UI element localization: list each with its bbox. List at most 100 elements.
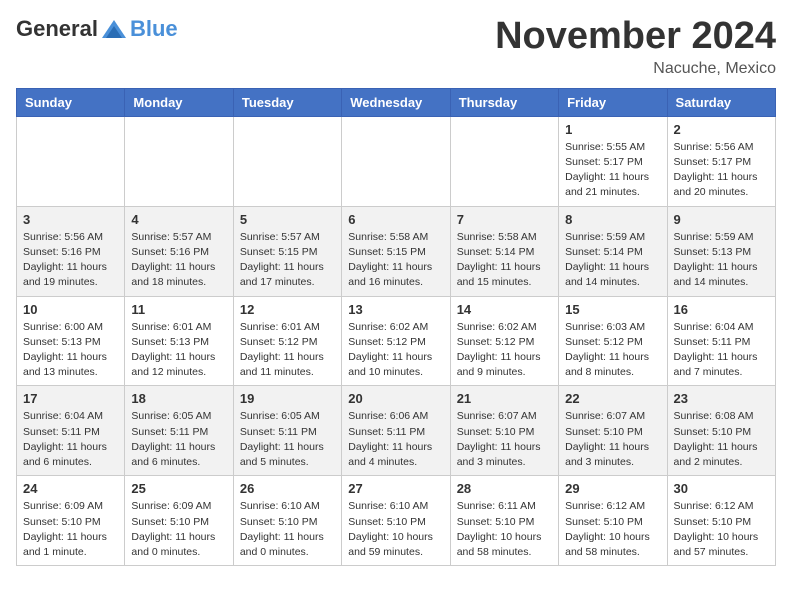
day-number: 24 — [23, 481, 118, 496]
calendar-cell: 7 Sunrise: 5:58 AMSunset: 5:14 PMDaylight… — [450, 206, 558, 296]
day-info: Sunrise: 6:08 AMSunset: 5:10 PMDaylight:… — [674, 409, 769, 470]
day-info: Sunrise: 5:55 AMSunset: 5:17 PMDaylight:… — [565, 140, 660, 201]
day-number: 2 — [674, 122, 769, 137]
calendar-cell: 24 Sunrise: 6:09 AMSunset: 5:10 PMDayligh… — [17, 476, 125, 566]
calendar-cell: 2 Sunrise: 5:56 AMSunset: 5:17 PMDaylight… — [667, 116, 775, 206]
calendar-week-row: 17Sunrise: 6:04 AMSunset: 5:11 PMDayligh… — [17, 386, 776, 476]
day-number: 1 — [565, 122, 660, 137]
day-of-week-header: Monday — [125, 88, 233, 116]
calendar-cell: 19 Sunrise: 6:05 AMSunset: 5:11 PMDayligh… — [233, 386, 341, 476]
title-block: November 2024 Nacuche, Mexico — [495, 16, 776, 78]
calendar-cell — [125, 116, 233, 206]
day-info: Sunrise: 5:57 AMSunset: 5:16 PMDaylight:… — [131, 230, 226, 291]
calendar-cell: 28Sunrise: 6:11 AMSunset: 5:10 PMDayligh… — [450, 476, 558, 566]
day-info: Sunrise: 6:09 AMSunset: 5:10 PMDaylight:… — [23, 499, 118, 560]
day-info: Sunrise: 6:07 AMSunset: 5:10 PMDaylight:… — [457, 409, 552, 470]
logo-general-text: General — [16, 16, 98, 42]
day-number: 22 — [565, 391, 660, 406]
day-info: Sunrise: 6:06 AMSunset: 5:11 PMDaylight:… — [348, 409, 443, 470]
day-number: 10 — [23, 302, 118, 317]
day-info: Sunrise: 6:02 AMSunset: 5:12 PMDaylight:… — [348, 320, 443, 381]
calendar-cell: 20 Sunrise: 6:06 AMSunset: 5:11 PMDayligh… — [342, 386, 450, 476]
day-info: Sunrise: 6:10 AMSunset: 5:10 PMDaylight:… — [348, 499, 443, 560]
calendar-cell: 6Sunrise: 5:58 AMSunset: 5:15 PMDaylight… — [342, 206, 450, 296]
calendar-table: SundayMondayTuesdayWednesdayThursdayFrid… — [16, 88, 776, 566]
day-number: 16 — [674, 302, 769, 317]
calendar-header-row: SundayMondayTuesdayWednesdayThursdayFrid… — [17, 88, 776, 116]
month-title: November 2024 — [495, 16, 776, 58]
day-info: Sunrise: 5:59 AMSunset: 5:14 PMDaylight:… — [565, 230, 660, 291]
calendar-cell: 17Sunrise: 6:04 AMSunset: 5:11 PMDayligh… — [17, 386, 125, 476]
calendar-cell: 16Sunrise: 6:04 AMSunset: 5:11 PMDayligh… — [667, 296, 775, 386]
calendar-cell: 27 Sunrise: 6:10 AMSunset: 5:10 PMDayligh… — [342, 476, 450, 566]
calendar-cell: 14Sunrise: 6:02 AMSunset: 5:12 PMDayligh… — [450, 296, 558, 386]
day-of-week-header: Friday — [559, 88, 667, 116]
location: Nacuche, Mexico — [495, 60, 776, 78]
calendar-cell — [342, 116, 450, 206]
calendar-cell: 13 Sunrise: 6:02 AMSunset: 5:12 PMDayligh… — [342, 296, 450, 386]
day-of-week-header: Wednesday — [342, 88, 450, 116]
day-number: 18 — [131, 391, 226, 406]
day-info: Sunrise: 6:11 AMSunset: 5:10 PMDaylight:… — [457, 499, 552, 560]
logo-blue-text: Blue — [130, 16, 178, 42]
calendar-cell: 30 Sunrise: 6:12 AMSunset: 5:10 PMDayligh… — [667, 476, 775, 566]
day-number: 19 — [240, 391, 335, 406]
day-number: 15 — [565, 302, 660, 317]
day-number: 27 — [348, 481, 443, 496]
day-number: 4 — [131, 212, 226, 227]
day-info: Sunrise: 5:56 AMSunset: 5:17 PMDaylight:… — [674, 140, 769, 201]
day-info: Sunrise: 6:12 AMSunset: 5:10 PMDaylight:… — [674, 499, 769, 560]
calendar-cell — [233, 116, 341, 206]
calendar-week-row: 10 Sunrise: 6:00 AMSunset: 5:13 PMDayligh… — [17, 296, 776, 386]
calendar-cell: 3Sunrise: 5:56 AMSunset: 5:16 PMDaylight… — [17, 206, 125, 296]
calendar-week-row: 24 Sunrise: 6:09 AMSunset: 5:10 PMDayligh… — [17, 476, 776, 566]
calendar-cell: 18Sunrise: 6:05 AMSunset: 5:11 PMDayligh… — [125, 386, 233, 476]
day-number: 11 — [131, 302, 226, 317]
day-info: Sunrise: 6:02 AMSunset: 5:12 PMDaylight:… — [457, 320, 552, 381]
day-info: Sunrise: 5:59 AMSunset: 5:13 PMDaylight:… — [674, 230, 769, 291]
day-of-week-header: Thursday — [450, 88, 558, 116]
calendar-cell: 8Sunrise: 5:59 AMSunset: 5:14 PMDaylight… — [559, 206, 667, 296]
calendar-cell: 4 Sunrise: 5:57 AMSunset: 5:16 PMDaylight… — [125, 206, 233, 296]
calendar-cell: 11 Sunrise: 6:01 AMSunset: 5:13 PMDayligh… — [125, 296, 233, 386]
day-number: 30 — [674, 481, 769, 496]
day-info: Sunrise: 5:56 AMSunset: 5:16 PMDaylight:… — [23, 230, 118, 291]
day-number: 13 — [348, 302, 443, 317]
day-number: 23 — [674, 391, 769, 406]
day-info: Sunrise: 6:01 AMSunset: 5:13 PMDaylight:… — [131, 320, 226, 381]
day-number: 9 — [674, 212, 769, 227]
calendar-cell: 26Sunrise: 6:10 AMSunset: 5:10 PMDayligh… — [233, 476, 341, 566]
day-info: Sunrise: 6:12 AMSunset: 5:10 PMDaylight:… — [565, 499, 660, 560]
calendar-cell: 10 Sunrise: 6:00 AMSunset: 5:13 PMDayligh… — [17, 296, 125, 386]
calendar-week-row: 3Sunrise: 5:56 AMSunset: 5:16 PMDaylight… — [17, 206, 776, 296]
day-info: Sunrise: 6:00 AMSunset: 5:13 PMDaylight:… — [23, 320, 118, 381]
day-number: 5 — [240, 212, 335, 227]
calendar-cell: 21Sunrise: 6:07 AMSunset: 5:10 PMDayligh… — [450, 386, 558, 476]
logo: General Blue — [16, 16, 178, 42]
day-info: Sunrise: 6:04 AMSunset: 5:11 PMDaylight:… — [23, 409, 118, 470]
day-of-week-header: Tuesday — [233, 88, 341, 116]
day-info: Sunrise: 6:05 AMSunset: 5:11 PMDaylight:… — [240, 409, 335, 470]
day-info: Sunrise: 5:57 AMSunset: 5:15 PMDaylight:… — [240, 230, 335, 291]
day-info: Sunrise: 6:07 AMSunset: 5:10 PMDaylight:… — [565, 409, 660, 470]
day-info: Sunrise: 6:09 AMSunset: 5:10 PMDaylight:… — [131, 499, 226, 560]
calendar-cell: 25 Sunrise: 6:09 AMSunset: 5:10 PMDayligh… — [125, 476, 233, 566]
calendar-cell: 12Sunrise: 6:01 AMSunset: 5:12 PMDayligh… — [233, 296, 341, 386]
calendar-cell: 1 Sunrise: 5:55 AMSunset: 5:17 PMDaylight… — [559, 116, 667, 206]
day-number: 20 — [348, 391, 443, 406]
calendar-cell: 22 Sunrise: 6:07 AMSunset: 5:10 PMDayligh… — [559, 386, 667, 476]
page-header: General Blue November 2024 Nacuche, Mexi… — [16, 16, 776, 78]
calendar-cell: 5 Sunrise: 5:57 AMSunset: 5:15 PMDaylight… — [233, 206, 341, 296]
day-number: 7 — [457, 212, 552, 227]
day-info: Sunrise: 5:58 AMSunset: 5:14 PMDaylight:… — [457, 230, 552, 291]
calendar-cell: 23 Sunrise: 6:08 AMSunset: 5:10 PMDayligh… — [667, 386, 775, 476]
day-number: 29 — [565, 481, 660, 496]
calendar-cell: 15Sunrise: 6:03 AMSunset: 5:12 PMDayligh… — [559, 296, 667, 386]
day-number: 6 — [348, 212, 443, 227]
calendar-week-row: 1 Sunrise: 5:55 AMSunset: 5:17 PMDaylight… — [17, 116, 776, 206]
calendar-cell — [17, 116, 125, 206]
calendar-cell — [450, 116, 558, 206]
calendar-cell: 9 Sunrise: 5:59 AMSunset: 5:13 PMDaylight… — [667, 206, 775, 296]
day-number: 25 — [131, 481, 226, 496]
day-number: 12 — [240, 302, 335, 317]
